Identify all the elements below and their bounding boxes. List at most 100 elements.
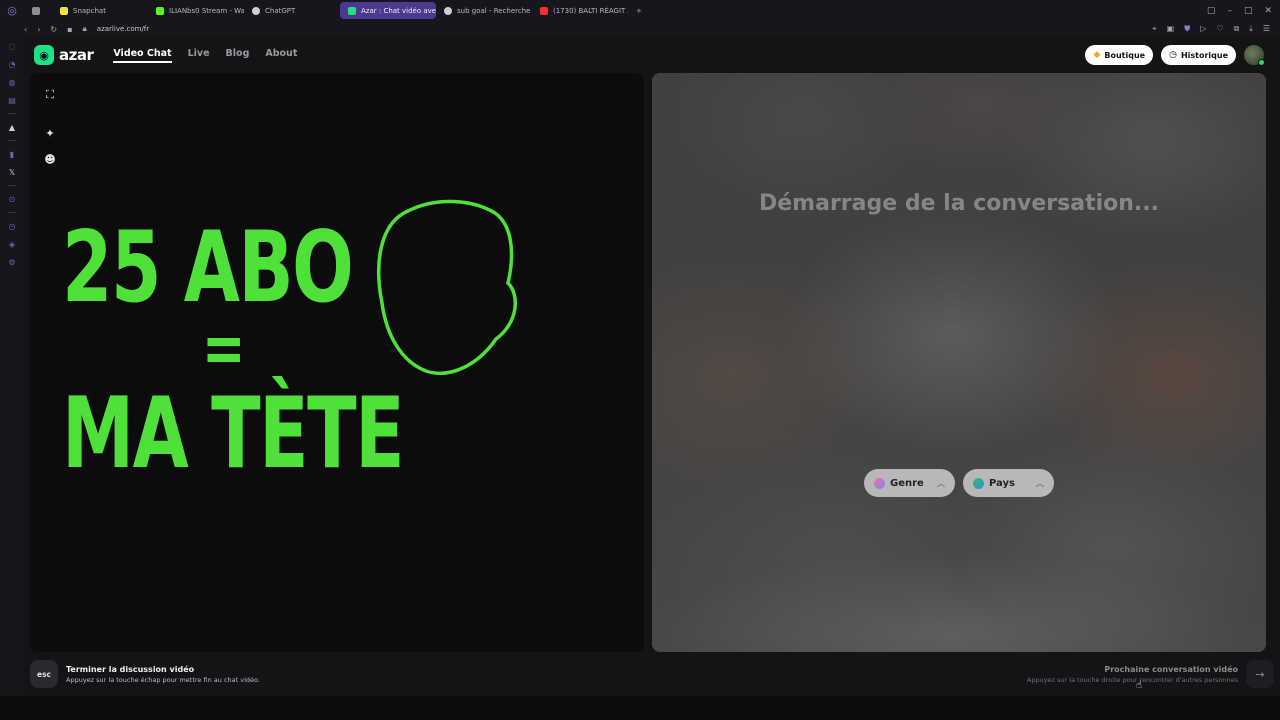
twitch-icon[interactable]: ▮	[7, 149, 17, 159]
partner-video-panel: Démarrage de la conversation... Genre ︿ …	[652, 73, 1266, 652]
browser-tab-google[interactable]: sub goal - Recherche Go	[436, 2, 532, 19]
kick-icon	[156, 6, 164, 15]
pin-icon[interactable]: ⌖	[1152, 24, 1157, 34]
new-tab-button[interactable]: +	[628, 2, 648, 19]
reload-icon[interactable]: ↻	[50, 25, 57, 34]
snapshot-icon[interactable]: ▣	[1167, 24, 1175, 34]
nav-blog[interactable]: Blog	[226, 48, 250, 63]
browser-toolbar-right: ⌖ ▣ ⛊ ▷ ♡ ⧉ ⤓ ☰	[1152, 24, 1280, 34]
azar-logo-icon: ◉	[34, 45, 54, 65]
tab-label: sub goal - Recherche Go	[457, 6, 532, 15]
bag-icon[interactable]: ◈	[7, 239, 17, 249]
messenger-icon[interactable]: ◍	[7, 77, 17, 87]
browser-tab-kick[interactable]: ILIANbs0 Stream - Watch	[148, 2, 244, 19]
rail-divider	[8, 212, 16, 213]
menu-icon[interactable]: ☰	[1263, 24, 1270, 34]
self-video-panel: ⛶ ✦ ☻ 25 ABO = MA TÈTE	[30, 73, 644, 652]
nav-live[interactable]: Live	[188, 48, 210, 63]
end-chat-title: Terminer la discussion vidéo	[66, 664, 195, 674]
blur-overlay	[652, 73, 1266, 652]
main-nav: Video Chat Live Blog About	[113, 48, 297, 63]
arrow-right-icon: →	[1255, 667, 1265, 681]
heart-icon[interactable]: ♡	[1216, 24, 1223, 34]
chat-footer: esc Terminer la discussion vidéo Appuyez…	[24, 652, 1280, 696]
globe-icon	[973, 477, 984, 489]
header-actions: ◆ Boutique ◷ Historique	[1085, 45, 1280, 66]
tab-label: ChatGPT	[265, 6, 296, 15]
snapchat-icon	[60, 6, 68, 15]
restore-icon[interactable]: ▢	[1207, 6, 1216, 16]
browser-tab-azar[interactable]: Azar : Chat vidéo avec de	[340, 2, 436, 19]
boutique-label: Boutique	[1104, 50, 1146, 60]
close-icon[interactable]: ✕	[1264, 6, 1272, 16]
extensions-icon[interactable]: ⧉	[1234, 24, 1240, 34]
clock-icon[interactable]: ◷	[7, 221, 17, 231]
workspace-icon[interactable]: ◌	[7, 41, 17, 51]
download-icon[interactable]: ⤓	[1249, 24, 1253, 34]
connection-status: Démarrage de la conversation...	[759, 191, 1159, 216]
shield-icon[interactable]: ⛊	[1184, 24, 1190, 34]
plus-icon: +	[636, 6, 642, 15]
mouse-cursor-icon: ☝	[1136, 680, 1143, 691]
esc-key-button[interactable]: esc	[30, 660, 58, 688]
gender-icon	[874, 477, 885, 489]
url-field[interactable]: azarlive.com/fr	[97, 25, 149, 33]
google-icon	[444, 6, 452, 15]
pays-filter-button[interactable]: Pays ︿	[963, 469, 1054, 497]
chevron-up-icon: ︿	[937, 478, 945, 488]
nav-about[interactable]: About	[265, 48, 297, 63]
genre-filter-button[interactable]: Genre ︿	[864, 469, 955, 497]
lock-icon: 🔒︎	[82, 24, 87, 33]
online-status-dot	[1258, 59, 1265, 66]
browser-tab-bar: ◎ Snapchat ILIANbs0 Stream - Watch ChatG…	[0, 0, 1280, 21]
tab-label: Azar : Chat vidéo avec de	[361, 6, 436, 15]
historique-label: Historique	[1180, 50, 1228, 60]
tab-label: Snapchat	[73, 6, 106, 15]
settings-icon[interactable]: ⚙	[7, 257, 17, 267]
play-icon[interactable]: ▷	[1200, 24, 1206, 34]
window-controls: ▢ – □ ✕	[1207, 6, 1280, 16]
history-icon[interactable]: ◔	[7, 59, 17, 69]
arc-icon[interactable]: ▲	[7, 122, 17, 132]
tab-label: (1730) BALTI RÉAGIT À LA	[553, 6, 628, 15]
historique-button[interactable]: ◷ Historique	[1161, 45, 1236, 65]
next-arrow-button[interactable]: →	[1246, 660, 1274, 688]
avatar[interactable]	[1244, 45, 1265, 66]
rail-divider	[8, 185, 16, 186]
browser-logo-icon[interactable]: ◎	[0, 0, 24, 21]
azar-logo[interactable]: ◉ azar	[34, 45, 94, 65]
end-chat-subtitle: Appuyez sur la touche échap pour mettre …	[66, 675, 260, 684]
back-icon[interactable]: ‹	[24, 25, 27, 34]
x-icon[interactable]: 𝕏	[7, 167, 17, 177]
forward-icon[interactable]: ›	[37, 25, 40, 34]
match-filters: Genre ︿ Pays ︿	[652, 469, 1266, 497]
player-icon[interactable]: ⊙	[7, 194, 17, 204]
camera-icon[interactable]: ▪	[67, 25, 72, 34]
head-outline-path	[376, 199, 517, 375]
nav-video-chat[interactable]: Video Chat	[113, 48, 172, 63]
app-header: ◉ azar Video Chat Live Blog About ◆ Bout…	[24, 37, 1280, 73]
browser-tab[interactable]	[24, 2, 52, 19]
address-bar: ‹ › ↻ ▪ 🔒︎ azarlive.com/fr ⌖ ▣ ⛊ ▷ ♡ ⧉ ⤓…	[0, 21, 1280, 37]
youtube-icon	[540, 6, 548, 15]
brand-name: azar	[59, 46, 94, 64]
boutique-button[interactable]: ◆ Boutique	[1085, 45, 1154, 65]
end-chat-hint: Terminer la discussion vidéo Appuyez sur…	[66, 665, 260, 684]
maximize-icon[interactable]: □	[1244, 6, 1253, 16]
browser-tab-snapchat[interactable]: Snapchat	[52, 2, 148, 19]
azar-app: ◉ azar Video Chat Live Blog About ◆ Bout…	[24, 37, 1280, 696]
next-chat-subtitle: Appuyez sur la touche droite pour rencon…	[1026, 675, 1238, 684]
pays-label: Pays	[989, 477, 1015, 489]
next-chat-hint: Prochaine conversation vidéo Appuyez sur…	[1027, 665, 1238, 684]
minimize-icon[interactable]: –	[1227, 6, 1232, 16]
tab-manager-icon	[32, 6, 40, 15]
chevron-up-icon: ︿	[1036, 478, 1044, 488]
browser-side-rail: ◌ ◔ ◍ ▤ ▲ ▮ 𝕏 ⊙ ◷ ◈ ⚙	[0, 37, 24, 696]
ai-icon[interactable]: ▤	[7, 95, 17, 105]
clock-icon: ◷	[1169, 50, 1177, 60]
browser-tab-chatgpt[interactable]: ChatGPT	[244, 2, 340, 19]
chatgpt-icon	[252, 6, 260, 15]
browser-tab-youtube[interactable]: (1730) BALTI RÉAGIT À LA	[532, 2, 628, 19]
rail-divider	[8, 113, 16, 114]
rail-divider	[8, 140, 16, 141]
